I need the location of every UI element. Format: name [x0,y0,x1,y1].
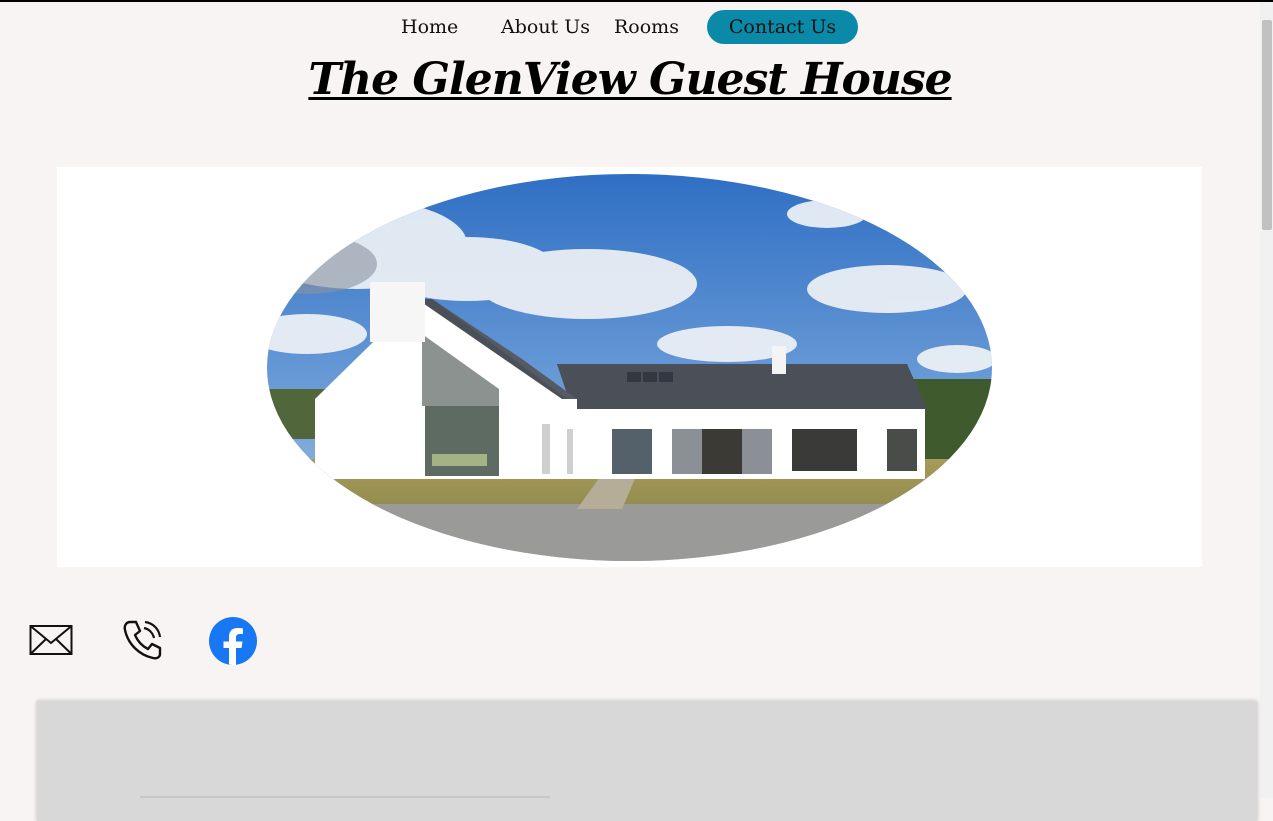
content-panel [37,701,1257,821]
scrollbar-thumb[interactable] [1262,20,1272,230]
site-title: The GlenView Guest House [308,54,952,105]
mail-icon[interactable] [29,624,73,656]
nav-contact-button[interactable]: Contact Us [707,10,858,44]
main-nav: Home About Us Rooms Contact Us [0,10,1260,44]
nav-rooms-link[interactable]: Rooms [614,10,679,44]
phone-icon[interactable] [120,618,164,662]
facebook-icon[interactable] [209,617,257,666]
top-border [0,0,1273,2]
house-photo [267,174,992,561]
nav-about-link[interactable]: About Us [501,10,590,44]
hero-section [57,167,1202,567]
nav-home-link[interactable]: Home [401,10,458,44]
